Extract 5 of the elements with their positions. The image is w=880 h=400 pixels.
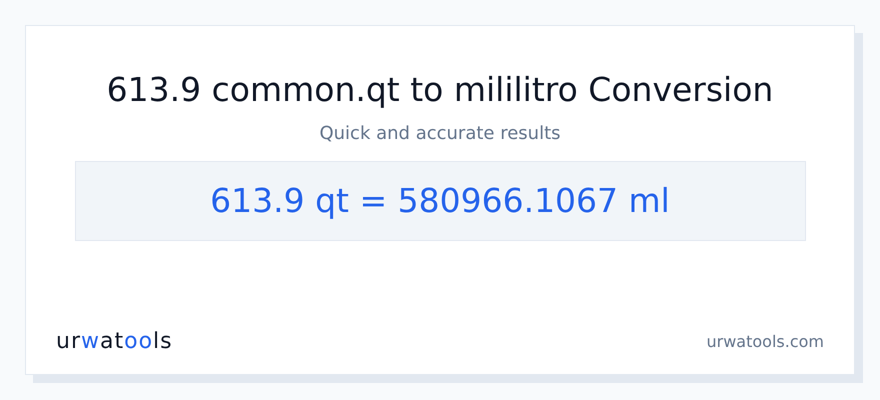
subtitle: Quick and accurate results: [319, 122, 561, 146]
page-title: 613.9 common.qt to mililitro Conversion: [106, 70, 774, 110]
result-text: 613.9 qt = 580966.1067 ml: [210, 180, 670, 222]
site-url: urwatools.com: [706, 331, 824, 353]
logo: urwatools: [56, 328, 173, 356]
